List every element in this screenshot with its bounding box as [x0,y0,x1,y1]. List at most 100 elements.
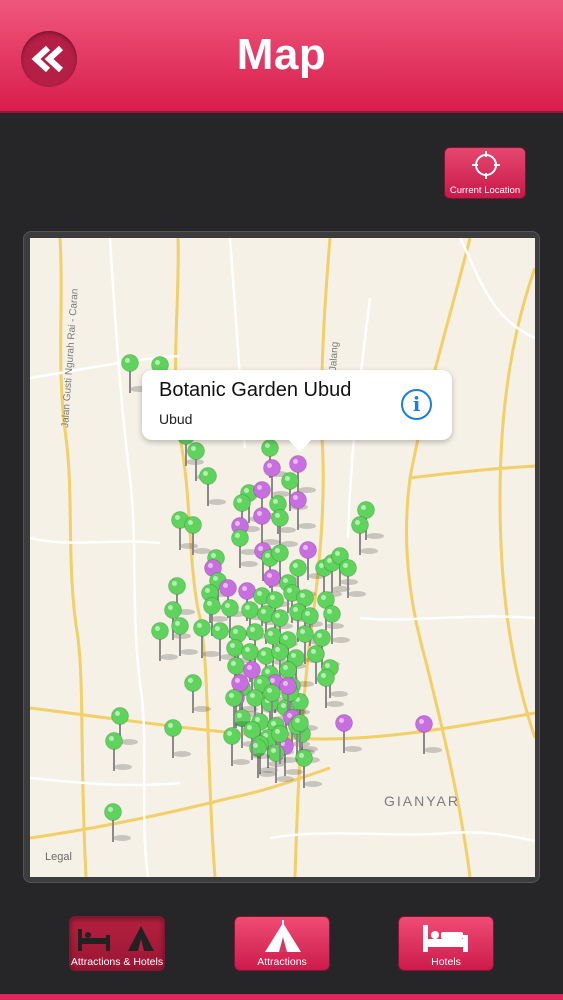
attraction-pin [261,439,279,457]
pin-highlight [283,578,288,583]
pin-shadow [208,499,226,505]
pin-highlight [339,718,344,723]
pin-highlight [225,603,230,608]
pin-highlight [208,563,213,568]
attraction-pin [151,622,169,640]
pin-shadow [180,543,198,549]
callout-title: Botanic Garden Ubud [159,379,352,401]
pin-shadow [332,637,350,643]
attraction-pin [271,609,289,627]
pin-highlight [265,553,270,558]
bottom-accent-bar [0,994,563,1000]
attraction-pin [281,472,299,490]
tab-label: Attractions [257,956,307,968]
pin-shadow [330,691,348,697]
hotel-pin [279,677,297,695]
pin-highlight [175,515,180,520]
pin-highlight [168,605,173,610]
pin-highlight [335,551,340,556]
pin-highlight [237,498,242,503]
pin-highlight [257,485,262,490]
pin-highlight [188,678,193,683]
pin-highlight [245,605,250,610]
attraction-pin [271,643,289,661]
attraction-pin [164,601,182,619]
pin-highlight [257,679,262,684]
tab-hotels[interactable]: Hotels [398,916,494,971]
attraction-pin [171,617,189,635]
hotel-pin [415,715,433,733]
pin-highlight [197,623,202,628]
pin-highlight [255,717,260,722]
pin-highlight [230,643,235,648]
pin-highlight [317,633,322,638]
pin-shadow [280,757,298,763]
pin-highlight [300,629,305,634]
pin-highlight [257,591,262,596]
pin-highlight [205,588,210,593]
pin-shadow [252,753,270,759]
current-location-button[interactable]: Current Location [444,147,526,199]
hotel-pin [253,507,271,525]
attraction-pin [211,622,229,640]
tab-attractions[interactable]: Attractions [234,916,330,971]
pin-highlight [275,548,280,553]
attraction-pin [203,597,221,615]
pin-highlight [287,588,292,593]
pin-highlight [275,729,280,734]
pin-highlight [325,663,330,668]
attraction-pin [339,559,357,577]
pin-highlight [242,586,247,591]
pin-highlight [168,723,173,728]
pin-highlight [211,553,216,558]
attraction-pin [184,516,202,534]
pin-highlight [265,443,270,448]
pin-shadow [114,764,132,770]
pin-shadow [160,654,178,660]
pin-highlight [273,499,278,504]
pin-highlight [235,521,240,526]
pin-highlight [172,581,177,586]
pin-highlight [215,626,220,631]
pin-shadow [344,746,362,752]
place-callout[interactable]: Botanic Garden Ubud Ubud i [142,370,452,440]
pin-highlight [299,753,304,758]
callout-subtitle: Ubud [159,411,193,427]
pin-shadow [276,776,294,782]
map-roads: Jalan Gusti Ngurah Rai - Caran Jalan Jal… [30,238,535,877]
map-view[interactable]: Jalan Gusti Ngurah Rai - Caran Jalan Jal… [30,238,535,877]
pin-shadow [298,523,316,529]
page-title: Map [236,30,327,79]
street-label: Jalan Gusti Ngurah Rai - Caran [60,288,81,428]
hotel-pin [219,579,237,597]
pin-highlight [327,609,332,614]
pin-shadow [360,548,378,554]
pin-highlight [271,748,276,753]
hotel-pin [263,569,281,587]
pin-highlight [235,533,240,538]
info-icon[interactable]: i [401,389,432,420]
pin-highlight [250,627,255,632]
pin-highlight [293,563,298,568]
pin-highlight [258,546,263,551]
hotel-pin [253,481,271,499]
pin-highlight [247,665,252,670]
pin-highlight [270,595,275,600]
pin-highlight [267,573,272,578]
tent-icon [265,920,301,952]
pin-highlight [245,647,250,652]
pin-highlight [233,629,238,634]
attraction-pin [271,725,289,743]
pin-shadow [193,706,211,712]
pin-highlight [293,459,298,464]
attraction-pin [231,529,249,547]
pin-highlight [267,463,272,468]
pin-highlight [321,673,326,678]
pin-shadow [366,533,384,539]
attraction-pin [271,544,289,562]
attraction-pin [246,623,264,641]
attraction-pin [227,657,245,675]
legal-link[interactable]: Legal [45,851,72,863]
tab-attractions-hotels[interactable]: Attractions & Hotels [69,916,165,971]
pin-highlight [303,545,308,550]
